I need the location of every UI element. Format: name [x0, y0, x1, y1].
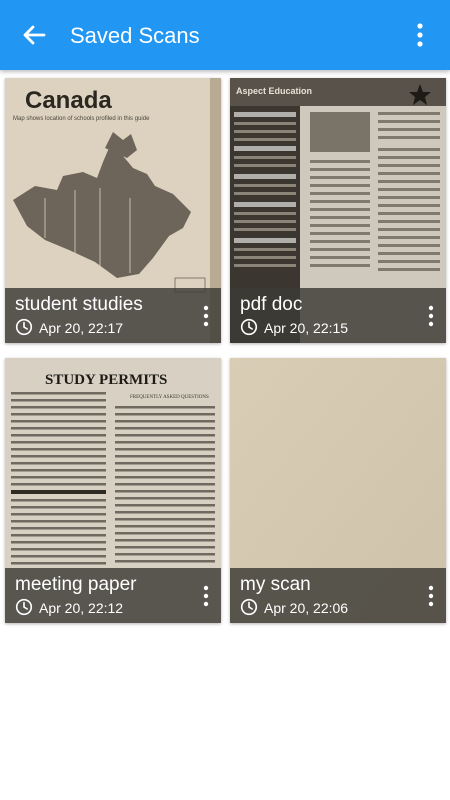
- card-more-options-icon[interactable]: [199, 582, 213, 610]
- clock-icon: [15, 598, 33, 616]
- scan-date: Apr 20, 22:12: [39, 600, 124, 616]
- clock-icon: [15, 318, 33, 336]
- scan-card-footer: meeting paper Apr 20, 22:12: [5, 568, 221, 623]
- scan-card[interactable]: Aspect Education pdf doc Apr 20, 22:15: [230, 78, 446, 343]
- card-more-options-icon[interactable]: [199, 302, 213, 330]
- scan-date: Apr 20, 22:17: [39, 320, 124, 336]
- thumbnail-subheading: FREQUENTLY ASKED QUESTIONS: [130, 395, 209, 400]
- clock-icon: [240, 318, 258, 336]
- more-options-icon[interactable]: [410, 20, 430, 50]
- scan-card[interactable]: STUDY PERMITS FREQUENTLY ASKED QUESTIONS: [5, 358, 221, 623]
- app-bar: Saved Scans: [0, 0, 450, 70]
- clock-icon: [240, 598, 258, 616]
- scan-date: Apr 20, 22:06: [264, 600, 349, 616]
- scan-card-footer: my scan Apr 20, 22:06: [230, 568, 446, 623]
- thumbnail-heading: STUDY PERMITS: [45, 372, 167, 388]
- scan-name: student studies: [15, 294, 143, 315]
- card-more-options-icon[interactable]: [424, 582, 438, 610]
- thumbnail-heading: Aspect Education: [236, 86, 312, 96]
- scan-card[interactable]: Canada Map shows location of schools pro…: [5, 78, 221, 343]
- card-more-options-icon[interactable]: [424, 302, 438, 330]
- thumbnail-caption: Map shows location of schools profiled i…: [13, 116, 150, 122]
- scan-name: pdf doc: [240, 294, 303, 315]
- scan-name: my scan: [240, 574, 311, 595]
- back-arrow-icon[interactable]: [16, 17, 52, 53]
- scan-name: meeting paper: [15, 574, 137, 595]
- scan-card-footer: pdf doc Apr 20, 22:15: [230, 288, 446, 343]
- thumbnail-heading: Canada: [25, 87, 112, 114]
- scan-card-footer: student studies Apr 20, 22:17: [5, 288, 221, 343]
- scan-card[interactable]: my scan Apr 20, 22:06: [230, 358, 446, 623]
- scan-date: Apr 20, 22:15: [264, 320, 349, 336]
- page-title: Saved Scans: [70, 23, 200, 48]
